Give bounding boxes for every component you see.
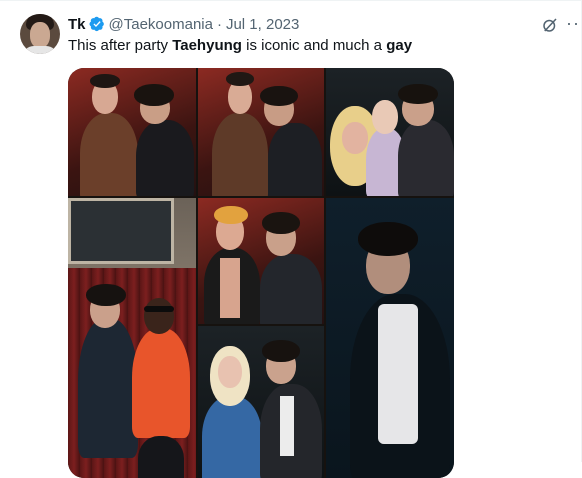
tweet-text: This after party Taehyung is iconic and … <box>68 37 413 54</box>
tweet[interactable]: Tk @Taekoomania · Jul 1, 2023 ··· This a… <box>0 0 582 478</box>
photo-1[interactable] <box>68 68 196 196</box>
photo-3[interactable] <box>326 68 454 196</box>
user-handle[interactable]: @Taekoomania <box>109 16 213 33</box>
photo-7[interactable] <box>326 198 454 478</box>
verified-badge-icon <box>89 16 104 32</box>
tweet-header: Tk @Taekoomania · Jul 1, 2023 <box>68 14 299 34</box>
grok-icon[interactable] <box>541 16 559 34</box>
top-divider <box>0 0 582 1</box>
display-name[interactable]: Tk <box>68 16 86 33</box>
photo-5[interactable] <box>198 198 324 324</box>
photo-2[interactable] <box>198 68 324 196</box>
photo-4[interactable] <box>68 198 196 478</box>
photo-6[interactable] <box>198 326 324 478</box>
header-separator: · <box>216 15 222 33</box>
avatar[interactable] <box>20 14 60 54</box>
media-collage[interactable] <box>68 68 454 478</box>
tweet-date[interactable]: Jul 1, 2023 <box>226 16 299 33</box>
more-options-icon[interactable]: ··· <box>566 14 582 34</box>
